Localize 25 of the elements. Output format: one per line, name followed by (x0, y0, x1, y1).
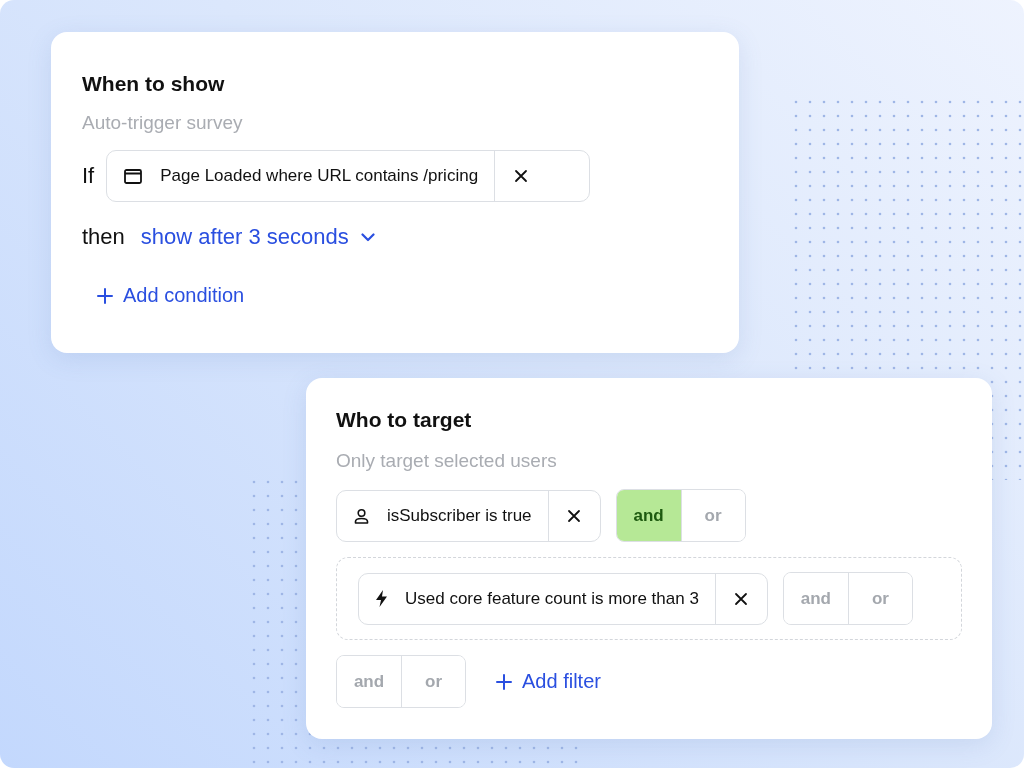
card-title: Who to target (336, 408, 472, 432)
card-title: When to show (82, 72, 225, 96)
condition-text: Page Loaded where URL contains /pricing (160, 166, 479, 186)
joiner-toggle[interactable]: and (616, 490, 681, 541)
add-filter-button[interactable]: Add filter (496, 670, 601, 693)
plus-icon (97, 287, 113, 304)
then-label: then (82, 224, 125, 250)
lightning-icon (376, 590, 387, 607)
close-icon (567, 508, 582, 523)
condition-text: isSubscriber is true (387, 505, 532, 526)
condition-text: Used core feature count is more than 3 (405, 588, 699, 609)
person-icon (354, 507, 369, 524)
card-subtitle: Only target selected users (336, 450, 557, 472)
if-label: If (82, 163, 95, 189)
condition-chip[interactable]: Used core feature count is more than 3 (358, 572, 768, 625)
close-icon (513, 169, 528, 183)
condition-chip[interactable]: Page Loaded where URL contains /pricing (106, 150, 591, 202)
close-icon (734, 591, 749, 606)
action-dropdown[interactable]: show after 3 seconds (140, 224, 375, 250)
browser-window-icon (124, 168, 143, 184)
card-subtitle: Auto-trigger survey (82, 112, 243, 134)
chevron-down-icon (360, 232, 375, 242)
condition-chip[interactable]: isSubscriber is true (336, 489, 601, 542)
plus-icon (496, 673, 512, 690)
add-condition-button[interactable]: Add condition (97, 284, 245, 307)
